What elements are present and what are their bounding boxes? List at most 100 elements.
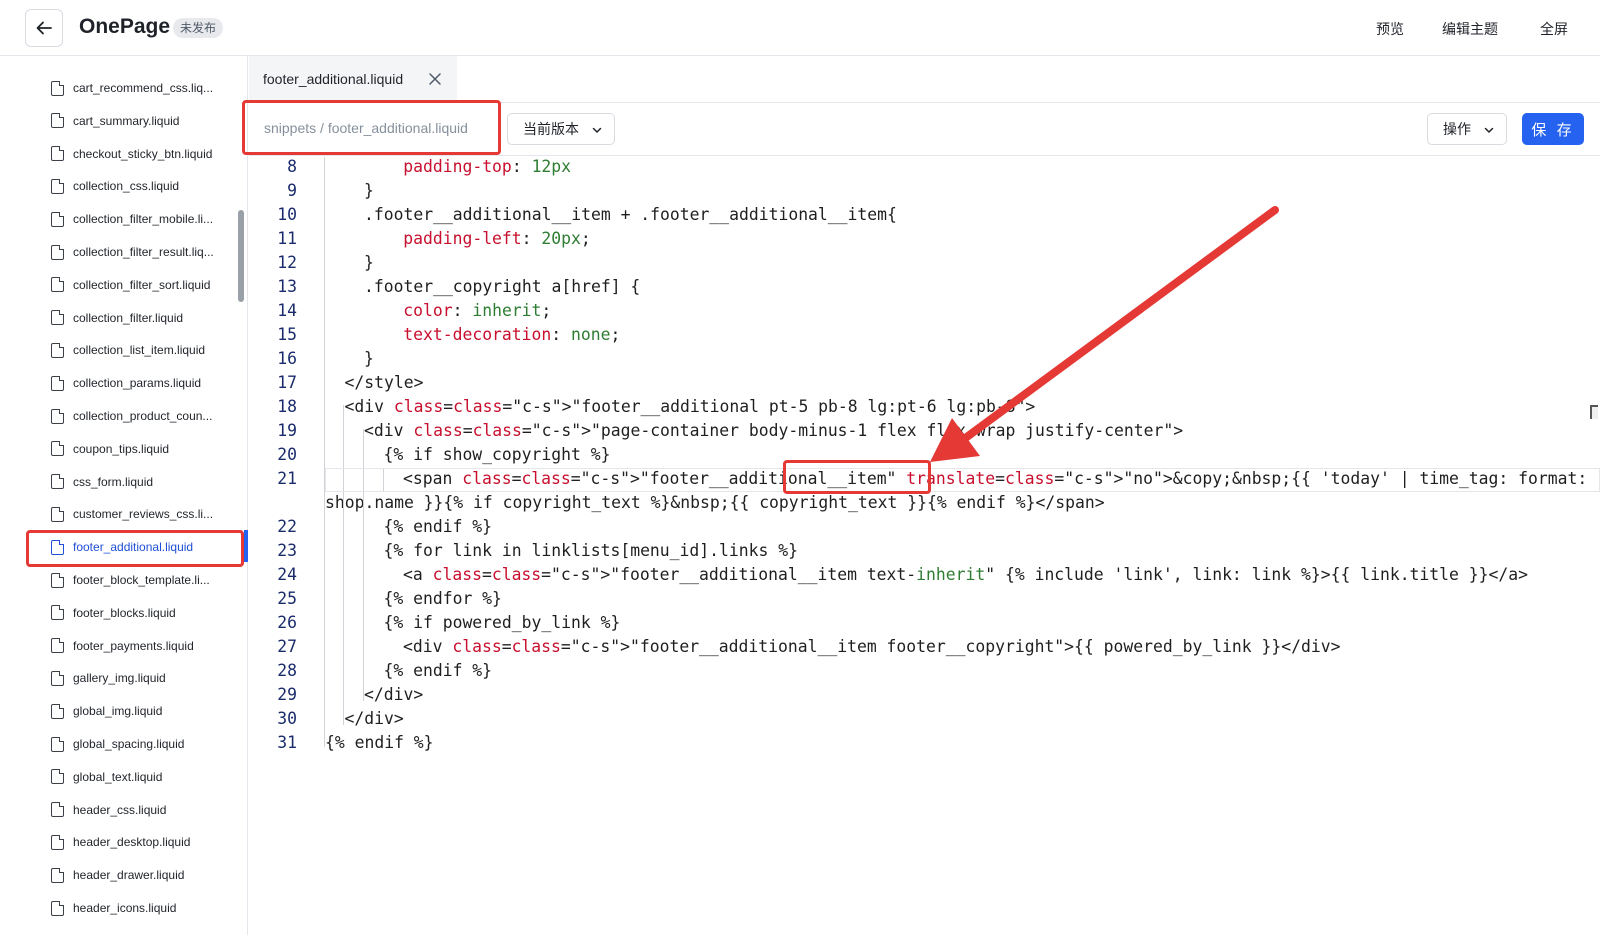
- status-badge: 未发布: [173, 18, 224, 38]
- code-line: 24 <a class=class="c-s">"footer__addition…: [249, 563, 1600, 587]
- file-label: collection_css.liquid: [73, 179, 180, 194]
- code-line: shop.name }}{% if copyright_text %}&nbsp…: [249, 491, 1600, 515]
- current-line-highlight: [325, 468, 1600, 492]
- code-text: .footer__additional__item + .footer__add…: [364, 205, 897, 224]
- operations-select[interactable]: 操作: [1427, 113, 1507, 145]
- file-icon: [51, 834, 64, 850]
- edit-theme-button[interactable]: 编辑主题: [1442, 19, 1498, 39]
- annotation-box-file: [26, 530, 244, 567]
- sidebar-file-item[interactable]: collection_css.liquid: [51, 175, 179, 197]
- sidebar-file-item[interactable]: header_desktop.liquid: [51, 831, 190, 853]
- file-icon: [51, 506, 64, 522]
- fullscreen-button[interactable]: 全屏: [1540, 19, 1568, 39]
- file-icon: [51, 867, 64, 883]
- code-text: shop.name }}{% if copyright_text %}&nbsp…: [325, 493, 1105, 512]
- line-number: 24: [277, 565, 297, 584]
- sidebar-file-item[interactable]: coupon_tips.liquid: [51, 438, 169, 460]
- file-icon: [51, 441, 64, 457]
- code-text: text-decoration: none;: [403, 325, 621, 344]
- file-label: collection_filter_result.liq...: [73, 245, 214, 259]
- code-line: 17 </style>: [249, 371, 1600, 395]
- sidebar-file-item[interactable]: checkout_sticky_btn.liquid: [51, 143, 212, 165]
- code-line: 27 <div class=class="c-s">"footer__additi…: [249, 635, 1600, 659]
- file-icon: [51, 474, 64, 490]
- code-line: 14 color: inherit;: [249, 299, 1600, 323]
- code-text: .footer__copyright a[href] {: [364, 277, 641, 296]
- sidebar-file-item[interactable]: gallery_img.liquid: [51, 667, 166, 689]
- sidebar-file-item[interactable]: collection_params.liquid: [51, 372, 201, 394]
- file-label: global_img.liquid: [73, 704, 163, 719]
- file-label: footer_block_template.li...: [73, 573, 210, 587]
- tab-label: footer_additional.liquid: [263, 71, 404, 87]
- file-label: collection_filter.liquid: [73, 310, 184, 325]
- sidebar-file-item[interactable]: global_img.liquid: [51, 700, 162, 722]
- sidebar-file-item[interactable]: collection_filter_sort.liquid: [51, 274, 210, 296]
- file-label: css_form.liquid: [73, 474, 154, 489]
- back-button[interactable]: [25, 9, 63, 47]
- code-text: padding-left: 20px;: [403, 229, 591, 248]
- sidebar-file-item[interactable]: header_icons.liquid: [51, 897, 176, 919]
- code-text: <a class=class="c-s">"footer__additional…: [403, 565, 1528, 584]
- line-number: 29: [277, 685, 297, 704]
- file-label: customer_reviews_css.li...: [73, 507, 214, 522]
- file-icon: [51, 178, 64, 194]
- code-text: {% endif %}: [383, 661, 493, 680]
- file-sidebar[interactable]: cart_recommend_css.liq... cart_summary.li…: [0, 56, 248, 935]
- sidebar-file-item[interactable]: global_spacing.liquid: [51, 733, 184, 755]
- file-label: gallery_img.liquid: [73, 671, 166, 686]
- sidebar-file-item[interactable]: css_form.liquid: [51, 471, 153, 493]
- version-label: 当前版本: [523, 121, 579, 137]
- save-button[interactable]: 保 存: [1522, 113, 1584, 145]
- sidebar-file-item[interactable]: collection_filter.liquid: [51, 307, 183, 329]
- sidebar-file-item[interactable]: header_css.liquid: [51, 799, 166, 821]
- file-icon: [51, 244, 64, 260]
- active-file-indicator: [244, 530, 248, 562]
- code-editor[interactable]: 8 padding-top: 12px 9} 10 .footer__addition…: [249, 157, 1600, 935]
- code-line: 11 padding-left: 20px;: [249, 227, 1600, 251]
- file-icon: [51, 605, 64, 621]
- line-number: 30: [277, 709, 297, 728]
- file-label: header_drawer.liquid: [73, 868, 185, 883]
- arrow-left-icon: [36, 21, 52, 35]
- sidebar-scrollbar[interactable]: [238, 210, 244, 302]
- close-icon[interactable]: [427, 71, 443, 87]
- sidebar-file-item[interactable]: cart_summary.liquid: [51, 110, 179, 132]
- line-number: 16: [277, 349, 297, 368]
- sidebar-file-item[interactable]: collection_filter_mobile.li...: [51, 208, 213, 230]
- sidebar-file-item[interactable]: footer_payments.liquid: [51, 635, 194, 657]
- line-number: 8: [287, 157, 297, 176]
- file-icon: [51, 703, 64, 719]
- sidebar-file-item[interactable]: global_text.liquid: [51, 766, 162, 788]
- sidebar-file-item[interactable]: collection_product_coun...: [51, 405, 212, 427]
- preview-button[interactable]: 预览: [1376, 19, 1404, 39]
- code-text: {% endfor %}: [383, 589, 502, 608]
- indent-guide: [343, 405, 344, 725]
- file-icon: [51, 900, 64, 916]
- line-number: 17: [277, 373, 297, 392]
- sidebar-file-item[interactable]: customer_reviews_css.li...: [51, 503, 213, 525]
- editor-scroll-marker: [1590, 405, 1598, 419]
- file-icon: [51, 277, 64, 293]
- code-text: </style>: [344, 373, 424, 392]
- file-icon: [51, 802, 64, 818]
- line-number: 15: [277, 325, 297, 344]
- sidebar-file-item[interactable]: footer_block_template.li...: [51, 569, 210, 591]
- line-number: 26: [277, 613, 297, 632]
- sidebar-file-item[interactable]: footer_blocks.liquid: [51, 602, 176, 624]
- file-label: cart_summary.liquid: [73, 113, 180, 128]
- code-line: 8 padding-top: 12px: [249, 157, 1600, 179]
- tab-footer-additional[interactable]: footer_additional.liquid: [249, 56, 457, 102]
- chevron-down-icon: [1484, 127, 1494, 134]
- code-text: <div class=class="c-s">"footer__addition…: [403, 637, 1341, 656]
- version-select[interactable]: 当前版本: [507, 113, 615, 145]
- file-icon: [51, 342, 64, 358]
- sidebar-file-item[interactable]: collection_filter_result.liq...: [51, 241, 214, 263]
- sidebar-file-item[interactable]: cart_recommend_css.liq...: [51, 77, 213, 99]
- file-icon: [51, 146, 64, 162]
- file-icon: [51, 113, 64, 129]
- sidebar-file-item[interactable]: header_drawer.liquid: [51, 864, 184, 886]
- code-line: 30 </div>: [249, 707, 1600, 731]
- code-text: <div class=class="c-s">"page-container b…: [364, 421, 1184, 440]
- code-line: 23 {% for link in linklists[menu_id].link…: [249, 539, 1600, 563]
- sidebar-file-item[interactable]: collection_list_item.liquid: [51, 339, 205, 361]
